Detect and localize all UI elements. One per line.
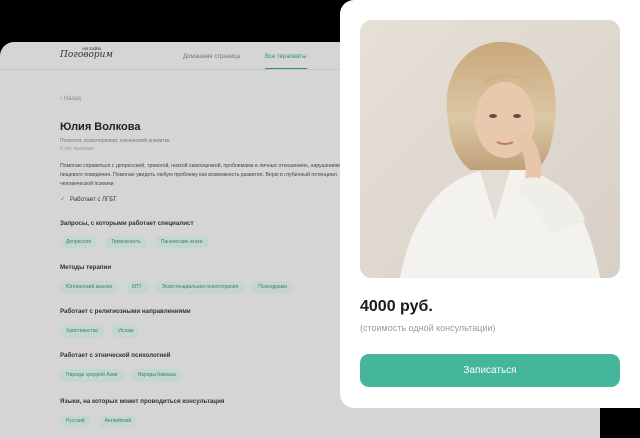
chip[interactable]: Юнгианский анализ [60, 281, 118, 294]
chip[interactable]: Ислам [112, 325, 140, 338]
chip[interactable]: Панические атаки [154, 236, 209, 249]
nav-all-therapists-link[interactable]: Все терапевты [265, 54, 306, 60]
chip[interactable]: Тревожность [104, 236, 147, 249]
chip[interactable]: Христианство [60, 325, 105, 338]
chip-row-requests: Депрессия Тревожность Панические атаки [60, 236, 209, 249]
therapist-experience: 5 лет практики [60, 146, 94, 152]
chip[interactable]: Народы средней Азии [60, 369, 124, 382]
therapist-name: Юлия Волкова [60, 121, 141, 133]
section-title-languages: Языки, на которых может проводиться конс… [60, 398, 225, 405]
chip[interactable]: Русский [60, 415, 91, 428]
price-note: (стоимость одной консультации) [360, 323, 496, 333]
lgbt-label: Работает с ЛГБТ [70, 197, 117, 203]
chip[interactable]: Психодрама [252, 281, 293, 294]
portrait-illustration [360, 20, 620, 278]
chip[interactable]: Народы Кавказа [131, 369, 182, 382]
chip[interactable]: КПТ [125, 281, 148, 294]
chip-row-languages: Русский Английский [60, 415, 138, 428]
section-title-requests: Запросы, с которыми работает специалист [60, 220, 194, 227]
therapist-role: Психолог, психотерапевт, юнгианский анал… [60, 138, 170, 144]
section-title-methods: Методы терапии [60, 264, 112, 271]
chip[interactable]: Английский [98, 415, 138, 428]
price-amount: 4000 руб. [360, 298, 433, 315]
section-title-religion: Работает с религиозными направлениями [60, 308, 191, 315]
check-icon: ✓ [60, 197, 66, 203]
lgbt-badge: ✓ Работает с ЛГБТ [60, 196, 117, 203]
chip-row-religion: Христианство Ислам [60, 325, 140, 338]
chip-row-ethnic: Народы средней Азии Народы Кавказа [60, 369, 182, 382]
chip[interactable]: Депрессия [60, 236, 97, 249]
book-button[interactable]: Записаться [360, 354, 620, 387]
site-logo[interactable]: онлайн Поговорим [60, 46, 113, 60]
booking-card: 4000 руб. (стоимость одной консультации)… [340, 0, 640, 408]
logo-tagline: онлайн [82, 46, 102, 52]
chip[interactable]: Экзистенциальная психотерапия [155, 281, 245, 294]
therapist-photo [360, 20, 620, 278]
therapist-description: Помогаю справиться с депрессией, тревого… [60, 163, 344, 187]
nav-home-link[interactable]: Домашняя страница [183, 54, 240, 60]
section-title-ethnic: Работает с этнической психологией [60, 352, 171, 359]
chip-row-methods: Юнгианский анализ КПТ Экзистенциальная п… [60, 281, 293, 294]
back-link[interactable]: ‹ Назад [60, 96, 81, 102]
